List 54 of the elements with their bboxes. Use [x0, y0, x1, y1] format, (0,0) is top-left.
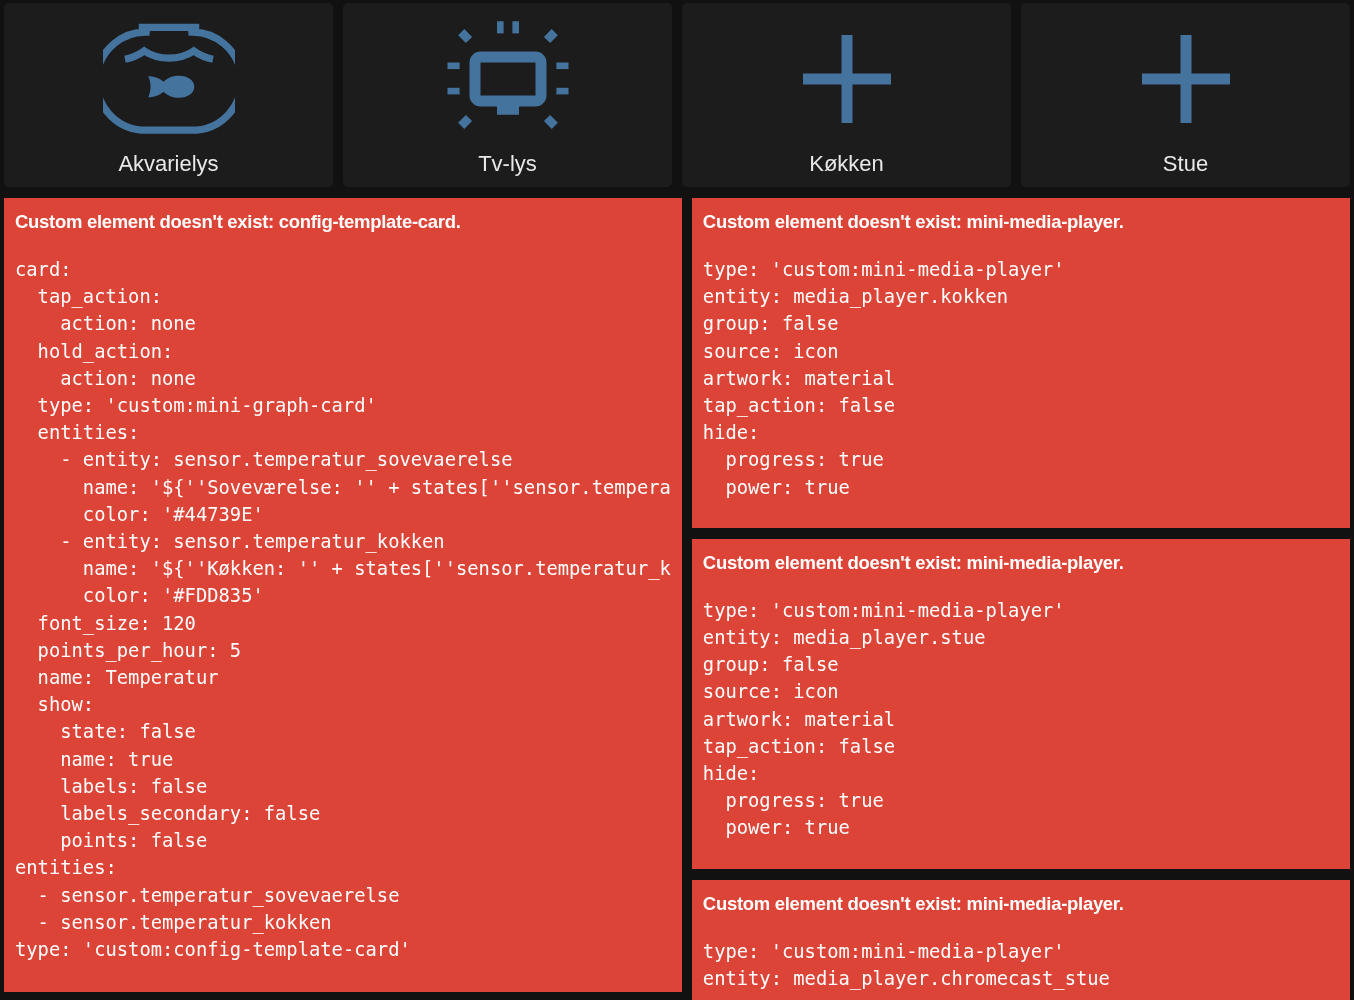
- code-line: - sensor.temperatur_sovevaerelse: [36, 883, 401, 909]
- code-line: source: icon: [702, 680, 840, 705]
- error-title: Custom element doesn't exist: config-template-card.: [15, 211, 462, 233]
- code-line: hold_action:: [36, 339, 175, 365]
- error-title: Custom element doesn't exist: mini-media-player.: [702, 551, 1125, 574]
- code-line: group: false: [702, 312, 840, 337]
- entity-button[interactable]: Tv-lys: [343, 3, 672, 187]
- code-line: source: icon: [702, 339, 840, 364]
- code-line: artwork: material: [702, 707, 897, 732]
- code-line: name: '${''Soveværelse: '' + states[''sensor.tempera: [81, 475, 671, 500]
- code-line: hide:: [702, 762, 761, 786]
- code-line: type: 'custom:mini-graph-card': [36, 394, 378, 418]
- code-line: entity: media_player.chromecast_stue: [702, 966, 1111, 992]
- entity-button[interactable]: Køkken: [682, 3, 1011, 187]
- entity-button[interactable]: Akvarielys: [4, 3, 333, 187]
- code-line: name: Temperatur: [36, 666, 220, 691]
- code-line: entities:: [15, 856, 118, 881]
- code-line: progress: true: [724, 448, 885, 473]
- code-line: action: none: [59, 312, 197, 337]
- code-line: color: '#FDD835': [81, 584, 265, 609]
- code-line: - sensor.temperatur_kokken: [36, 910, 333, 936]
- code-line: name: true: [59, 747, 175, 772]
- code-line: tap_action:: [36, 285, 163, 310]
- error-title: Custom element doesn't exist: mini-media-player.: [702, 892, 1125, 915]
- code-line: card:: [15, 258, 73, 282]
- code-line: show:: [36, 693, 96, 718]
- code-line: type: 'custom:config-template-card': [15, 938, 412, 963]
- code-line: - entity: sensor.temperatur_sovevaerelse: [59, 448, 514, 473]
- code-line: type: 'custom:mini-media-player': [702, 258, 1066, 282]
- code-line: - entity: sensor.temperatur_kokken: [59, 530, 446, 555]
- code-line: hide:: [702, 421, 761, 446]
- code-line: entity: media_player.stue: [702, 626, 987, 651]
- error-title: Custom element doesn't exist: mini-media-player.: [702, 211, 1125, 233]
- code-line: points_per_hour: 5: [36, 638, 243, 664]
- code-line: state: false: [59, 720, 197, 745]
- code-line: artwork: material: [702, 366, 897, 391]
- code-line: power: true: [724, 475, 851, 500]
- code-line: group: false: [702, 653, 840, 678]
- code-line: power: true: [724, 816, 851, 841]
- code-line: points: false: [59, 829, 209, 854]
- code-line: type: 'custom:mini-media-player': [702, 598, 1066, 623]
- code-line: tap_action: false: [702, 734, 897, 760]
- code-line: name: '${''Køkken: '' + states[''sensor.temperatur_k: [81, 557, 671, 582]
- code-line: entities:: [36, 421, 141, 446]
- code-line: entity: media_player.kokken: [702, 285, 1010, 310]
- code-line: progress: true: [724, 789, 885, 814]
- code-line: type: 'custom:mini-media-player': [702, 939, 1066, 964]
- code-line: labels_secondary: false: [59, 802, 322, 827]
- code-line: tap_action: false: [702, 394, 897, 419]
- entity-button[interactable]: Stue: [1021, 3, 1350, 187]
- code-line: labels: false: [59, 774, 209, 799]
- code-line: font_size: 120: [36, 611, 197, 637]
- code-line: action: none: [59, 366, 197, 391]
- code-line: color: '#44739E': [81, 502, 265, 527]
